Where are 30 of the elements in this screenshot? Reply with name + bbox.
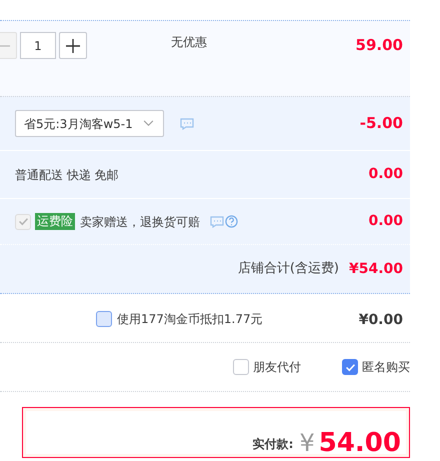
comment-icon[interactable] — [180, 118, 194, 130]
insurance-tag: 运费险 — [35, 213, 75, 230]
option-label[interactable]: 朋友代付 — [253, 358, 301, 376]
checkbox[interactable] — [342, 359, 358, 375]
help-icon[interactable] — [225, 215, 238, 228]
payment-amount: 54.00 — [318, 430, 401, 456]
coins-amount: ¥0.00 — [358, 311, 403, 330]
coupon-select[interactable]: 省5元:3月淘客w5-1 — [15, 110, 164, 137]
coins-text: 使用177淘金币抵扣1.77元 — [117, 311, 263, 328]
plus-icon — [66, 38, 80, 52]
option-label[interactable]: 匿名购买 — [362, 358, 410, 376]
promotion-text: 无优惠 — [171, 34, 207, 51]
comment-icon[interactable] — [210, 216, 224, 228]
item-price: 59.00 — [356, 35, 403, 56]
checkbox[interactable] — [96, 311, 112, 327]
plus-button[interactable] — [59, 32, 87, 59]
store-total-label: 店铺合计(含运费) — [238, 260, 339, 278]
currency-symbol: ¥ — [299, 431, 315, 455]
payment-label: 实付款: — [252, 436, 294, 453]
insurance-text: 卖家赠送，退换货可赔 — [80, 214, 200, 230]
shipping-text: 普通配送 快递 免邮 — [15, 166, 119, 184]
coupon-amount: -5.00 — [360, 113, 403, 134]
check-icon — [344, 362, 356, 372]
insurance-amount: 0.00 — [368, 212, 403, 231]
store-total-amount: ¥54.00 — [348, 260, 403, 278]
shipping-amount: 0.00 — [368, 165, 403, 184]
checkbox[interactable] — [233, 359, 249, 375]
quantity-field[interactable]: 1 — [20, 32, 56, 59]
check-icon — [18, 216, 28, 227]
chevron-down-icon — [142, 120, 154, 127]
